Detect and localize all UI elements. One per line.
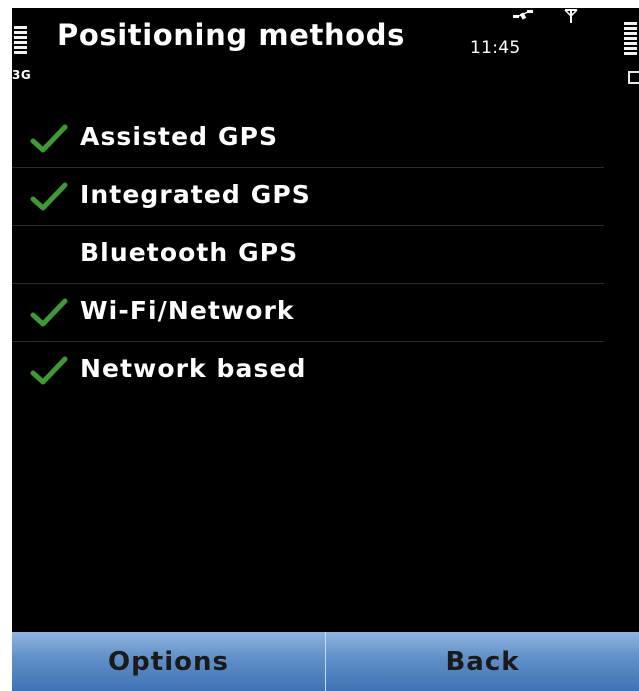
list-item-bluetooth-gps[interactable]: Bluetooth GPS	[12, 226, 604, 284]
clock: 11:45	[470, 38, 521, 58]
page-title: Positioning methods	[57, 18, 405, 52]
checkmark-icon	[30, 124, 68, 153]
phone-screen: Positioning methods 3G 11:45 Assisted GP…	[12, 8, 639, 691]
back-button[interactable]: Back	[326, 632, 639, 691]
gps-satellite-icon	[513, 10, 533, 20]
list-item-label: Network based	[80, 354, 307, 383]
list-item-integrated-gps[interactable]: Integrated GPS	[12, 168, 604, 226]
antenna-icon	[564, 9, 578, 23]
list-item-label: Bluetooth GPS	[80, 238, 299, 267]
list-item-wifi-network[interactable]: Wi-Fi/Network	[12, 284, 604, 342]
softkey-bar: Options Back	[12, 632, 639, 691]
options-button[interactable]: Options	[12, 632, 326, 691]
list-item-assisted-gps[interactable]: Assisted GPS	[12, 110, 604, 168]
battery-level-icon	[624, 22, 637, 56]
list-item-label: Integrated GPS	[80, 180, 311, 209]
list-item-label: Wi-Fi/Network	[80, 296, 295, 325]
network-type-label: 3G	[12, 68, 32, 82]
positioning-methods-list: Assisted GPS Integrated GPS Bluetooth GP…	[12, 110, 604, 399]
checkmark-icon	[30, 298, 68, 327]
signal-strength-icon	[14, 26, 27, 56]
checkmark-icon	[30, 182, 68, 211]
list-item-network-based[interactable]: Network based	[12, 342, 604, 399]
checkmark-icon	[30, 356, 68, 385]
battery-icon	[628, 71, 639, 84]
list-item-label: Assisted GPS	[80, 122, 279, 151]
